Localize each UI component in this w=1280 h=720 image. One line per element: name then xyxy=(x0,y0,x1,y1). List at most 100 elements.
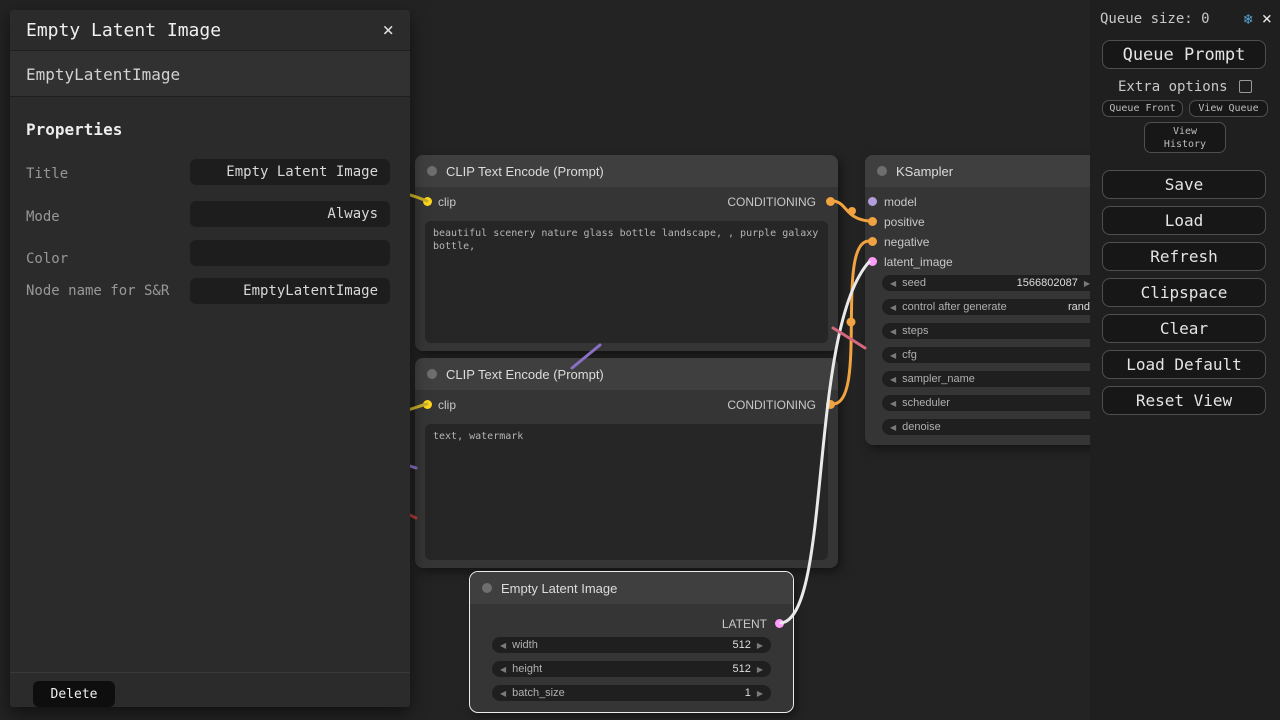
increment-arrow-icon[interactable]: ▶ xyxy=(757,665,763,674)
clear-button[interactable]: Clear xyxy=(1102,314,1266,343)
node-graph-canvas[interactable]: CLIP Text Encode (Prompt) clip CONDITION… xyxy=(0,0,1280,720)
widget-value[interactable]: 512 xyxy=(732,639,750,651)
decrement-arrow-icon[interactable]: ◀ xyxy=(890,351,896,360)
clip-input-slot[interactable] xyxy=(423,197,432,206)
properties-heading: Properties xyxy=(26,120,122,139)
increment-arrow-icon[interactable]: ▶ xyxy=(757,689,763,698)
decrement-arrow-icon[interactable]: ◀ xyxy=(890,423,896,432)
node-title-bar[interactable]: CLIP Text Encode (Prompt) xyxy=(415,358,838,390)
decrement-arrow-icon[interactable]: ◀ xyxy=(890,375,896,384)
mode-field[interactable]: Always xyxy=(190,201,390,227)
widget-height[interactable]: ◀ height 512 ▶ xyxy=(492,661,771,677)
positive-input-slot[interactable] xyxy=(868,217,877,226)
node-ksampler[interactable]: KSampler model positive negative latent_… xyxy=(865,155,1098,445)
conditioning-output-label: CONDITIONING xyxy=(727,195,816,209)
widget-sampler-name[interactable]: ◀ sampler_name xyxy=(882,371,1098,387)
node-title-bar[interactable]: CLIP Text Encode (Prompt) xyxy=(415,155,838,187)
node-clip-text-encode-positive[interactable]: CLIP Text Encode (Prompt) clip CONDITION… xyxy=(415,155,838,351)
widget-label: width xyxy=(512,639,538,651)
decrement-arrow-icon[interactable]: ◀ xyxy=(890,399,896,408)
queue-prompt-button[interactable]: Queue Prompt xyxy=(1102,40,1266,69)
node-type-name: EmptyLatentImage xyxy=(10,50,410,97)
decrement-arrow-icon[interactable]: ◀ xyxy=(890,303,896,312)
widget-label: sampler_name xyxy=(902,373,975,385)
prompt-textarea[interactable]: text, watermark xyxy=(425,424,828,560)
widget-value[interactable]: 512 xyxy=(732,663,750,675)
refresh-button[interactable]: Refresh xyxy=(1102,242,1266,271)
clip-input-slot[interactable] xyxy=(423,400,432,409)
node-title-bar[interactable]: KSampler xyxy=(865,155,1098,187)
widget-value[interactable]: 1566802087 xyxy=(1017,277,1078,289)
decrement-arrow-icon[interactable]: ◀ xyxy=(890,279,896,288)
wire-negative-conditioning xyxy=(833,241,869,404)
widget-denoise[interactable]: ◀ denoise xyxy=(882,419,1098,435)
conditioning-output-label: CONDITIONING xyxy=(727,398,816,412)
widget-label: scheduler xyxy=(902,397,950,409)
node-title: CLIP Text Encode (Prompt) xyxy=(446,164,604,179)
delete-button[interactable]: Delete xyxy=(33,681,115,707)
settings-snowflake-icon[interactable]: ❄ xyxy=(1244,10,1253,28)
latent-output-label: LATENT xyxy=(722,617,767,631)
close-icon[interactable]: × xyxy=(383,21,394,40)
widget-width[interactable]: ◀ width 512 ▶ xyxy=(492,637,771,653)
widget-scheduler[interactable]: ◀ scheduler xyxy=(882,395,1098,411)
wire-positive-conditioning xyxy=(833,201,869,221)
decrement-arrow-icon[interactable]: ◀ xyxy=(500,665,506,674)
node-properties-dialog: Empty Latent Image × EmptyLatentImage Pr… xyxy=(10,10,410,707)
widget-label: height xyxy=(512,663,542,675)
widget-label: seed xyxy=(902,277,926,289)
extra-options-checkbox[interactable] xyxy=(1239,80,1252,93)
mode-field-label: Mode xyxy=(26,207,182,227)
clip-input-label: clip xyxy=(438,195,456,209)
color-field-label: Color xyxy=(26,249,182,269)
node-name-field-label: Node name for S&R xyxy=(26,281,182,301)
node-title: Empty Latent Image xyxy=(501,581,617,596)
increment-arrow-icon[interactable]: ▶ xyxy=(757,641,763,650)
view-history-label: View History xyxy=(1159,125,1211,151)
latent-image-input-slot[interactable] xyxy=(868,257,877,266)
widget-label: control after generate xyxy=(902,301,1007,313)
queue-size-label: Queue size: 0 xyxy=(1100,11,1210,27)
collapse-dot-icon[interactable] xyxy=(427,369,437,379)
widget-batch-size[interactable]: ◀ batch_size 1 ▶ xyxy=(492,685,771,701)
clipspace-button[interactable]: Clipspace xyxy=(1102,278,1266,307)
latent-output-slot[interactable] xyxy=(775,619,784,628)
negative-input-slot[interactable] xyxy=(868,237,877,246)
widget-steps[interactable]: ◀ steps xyxy=(882,323,1098,339)
node-title: KSampler xyxy=(896,164,953,179)
extra-options-label: Extra options xyxy=(1118,79,1228,95)
decrement-arrow-icon[interactable]: ◀ xyxy=(890,327,896,336)
title-field[interactable]: Empty Latent Image xyxy=(190,159,390,185)
collapse-dot-icon[interactable] xyxy=(877,166,887,176)
widget-label: steps xyxy=(902,325,928,337)
conditioning-output-slot[interactable] xyxy=(826,400,835,409)
color-field[interactable] xyxy=(190,240,390,266)
widget-cfg[interactable]: ◀ cfg xyxy=(882,347,1098,363)
load-button[interactable]: Load xyxy=(1102,206,1266,235)
close-menu-icon[interactable]: × xyxy=(1262,11,1272,28)
decrement-arrow-icon[interactable]: ◀ xyxy=(500,641,506,650)
model-input-slot[interactable] xyxy=(868,197,877,206)
prompt-textarea[interactable]: beautiful scenery nature glass bottle la… xyxy=(425,221,828,343)
node-title-bar[interactable]: Empty Latent Image xyxy=(470,572,793,604)
widget-value[interactable]: 1 xyxy=(745,687,751,699)
collapse-dot-icon[interactable] xyxy=(482,583,492,593)
node-name-field[interactable]: EmptyLatentImage xyxy=(190,278,390,304)
node-empty-latent-image[interactable]: Empty Latent Image LATENT ◀ width 512 ▶ … xyxy=(470,572,793,712)
node-title: CLIP Text Encode (Prompt) xyxy=(446,367,604,382)
clip-input-label: clip xyxy=(438,398,456,412)
load-default-button[interactable]: Load Default xyxy=(1102,350,1266,379)
dialog-divider xyxy=(10,672,410,673)
conditioning-output-slot[interactable] xyxy=(826,197,835,206)
queue-front-button[interactable]: Queue Front xyxy=(1102,100,1183,117)
decrement-arrow-icon[interactable]: ◀ xyxy=(500,689,506,698)
reset-view-button[interactable]: Reset View xyxy=(1102,386,1266,415)
node-clip-text-encode-negative[interactable]: CLIP Text Encode (Prompt) clip CONDITION… xyxy=(415,358,838,568)
save-button[interactable]: Save xyxy=(1102,170,1266,199)
widget-seed[interactable]: ◀ seed 1566802087 ▶ xyxy=(882,275,1098,291)
collapse-dot-icon[interactable] xyxy=(427,166,437,176)
widget-control-after-generate[interactable]: ◀ control after generate randomize xyxy=(882,299,1098,315)
view-history-button[interactable]: View History xyxy=(1144,122,1226,153)
widget-value[interactable]: randomize xyxy=(1068,301,1090,313)
view-queue-button[interactable]: View Queue xyxy=(1189,100,1268,117)
